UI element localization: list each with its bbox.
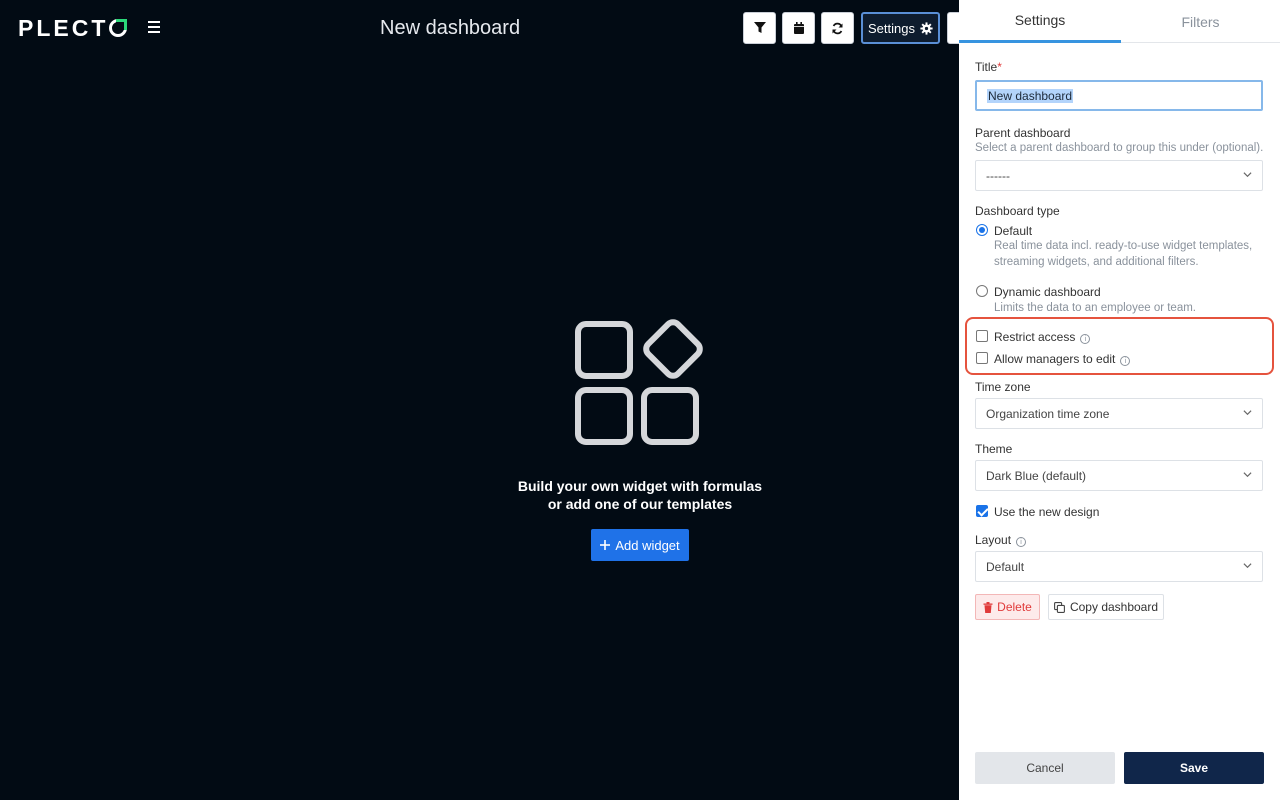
theme-value: Dark Blue (default): [986, 468, 1087, 483]
required-asterisk: *: [997, 60, 1002, 74]
layout-label: Layout i: [975, 533, 1027, 547]
title-input[interactable]: New dashboard: [975, 80, 1263, 111]
title-label-text: Title: [975, 60, 998, 74]
logo-text: PLECT: [18, 14, 109, 41]
time-zone-label: Time zone: [975, 380, 1031, 394]
restrict-access-checkbox[interactable]: [976, 330, 988, 342]
parent-dashboard-label: Parent dashboard: [975, 126, 1071, 140]
radio-default[interactable]: [976, 224, 988, 236]
settings-button[interactable]: Settings: [861, 12, 940, 44]
calendar-button[interactable]: [782, 12, 815, 44]
delete-button-label: Delete: [997, 600, 1032, 614]
tab-settings[interactable]: Settings: [959, 0, 1121, 43]
copy-dashboard-button[interactable]: Copy dashboard: [1048, 594, 1164, 620]
use-new-design-checkbox[interactable]: [976, 505, 988, 517]
parent-dashboard-help: Select a parent dashboard to group this …: [975, 142, 1264, 154]
chevron-down-icon: [1243, 472, 1252, 478]
copy-dashboard-label: Copy dashboard: [1069, 600, 1159, 614]
radio-dynamic-description: Limits the data to an employee or team.: [994, 302, 1196, 314]
restrict-access-text: Restrict access: [994, 330, 1076, 344]
info-icon[interactable]: i: [1120, 356, 1131, 366]
parent-dashboard-select[interactable]: ------: [975, 160, 1263, 191]
radio-default-description: Real time data incl. ready-to-use widget…: [994, 240, 1253, 268]
save-button[interactable]: Save: [1124, 752, 1264, 784]
parent-dashboard-value: ------: [986, 168, 1010, 183]
chevron-down-icon: [1243, 172, 1252, 178]
refresh-icon: [832, 22, 843, 34]
radio-default-label: Default: [994, 224, 1033, 238]
logo-o-mark: [109, 19, 128, 37]
plus-icon: [600, 540, 611, 550]
chevron-down-icon: [1243, 563, 1252, 569]
settings-button-label: Settings: [868, 20, 915, 36]
layout-value: Default: [986, 559, 1025, 574]
time-zone-select[interactable]: Organization time zone: [975, 398, 1263, 429]
settings-panel: Settings Filters Title* New dashboard Pa…: [959, 0, 1280, 800]
theme-label: Theme: [975, 442, 1013, 456]
layout-label-text: Layout: [975, 533, 1012, 547]
radio-dynamic-label: Dynamic dashboard: [994, 285, 1101, 299]
trash-icon: [983, 601, 993, 613]
filter-icon: [753, 22, 766, 33]
allow-managers-label: Allow managers to edit i: [994, 352, 1131, 366]
dashboard-title: New dashboard: [380, 17, 521, 39]
chevron-down-icon: [1243, 410, 1252, 416]
tab-filters[interactable]: Filters: [1121, 0, 1280, 43]
time-zone-value: Organization time zone: [986, 406, 1110, 421]
highlight-outline: [965, 317, 1274, 375]
add-widget-button[interactable]: Add widget: [591, 529, 689, 561]
cancel-button[interactable]: Cancel: [975, 752, 1115, 784]
allow-managers-checkbox[interactable]: [976, 352, 988, 364]
radio-dynamic-dashboard[interactable]: [976, 285, 988, 297]
info-icon[interactable]: i: [1080, 334, 1091, 344]
restrict-access-label: Restrict access i: [994, 330, 1091, 344]
title-input-value: New dashboard: [987, 88, 1074, 103]
widgets-icon: [575, 319, 703, 445]
delete-button[interactable]: Delete: [975, 594, 1040, 620]
panel-tabs: Settings Filters: [959, 0, 1280, 43]
empty-state-message: Build your own widget with formulas or a…: [490, 477, 790, 513]
allow-managers-text: Allow managers to edit: [994, 352, 1116, 366]
copy-icon: [1054, 601, 1065, 613]
gear-icon: [920, 21, 933, 35]
calendar-icon: [793, 22, 804, 34]
theme-select[interactable]: Dark Blue (default): [975, 460, 1263, 491]
add-widget-label: Add widget: [615, 537, 680, 553]
layout-select[interactable]: Default: [975, 551, 1263, 582]
plecto-logo[interactable]: PLECT: [18, 14, 128, 41]
menu-icon[interactable]: [148, 21, 160, 33]
title-label: Title*: [975, 60, 1002, 74]
refresh-button[interactable]: [821, 12, 854, 44]
dashboard-type-label: Dashboard type: [975, 204, 1060, 218]
filter-button[interactable]: [743, 12, 776, 44]
empty-state-line-1: Build your own widget with formulas: [517, 478, 763, 494]
use-new-design-label: Use the new design: [994, 505, 1100, 519]
info-icon[interactable]: i: [1016, 537, 1027, 547]
empty-state-line-2: or add one of our templates: [547, 496, 733, 512]
